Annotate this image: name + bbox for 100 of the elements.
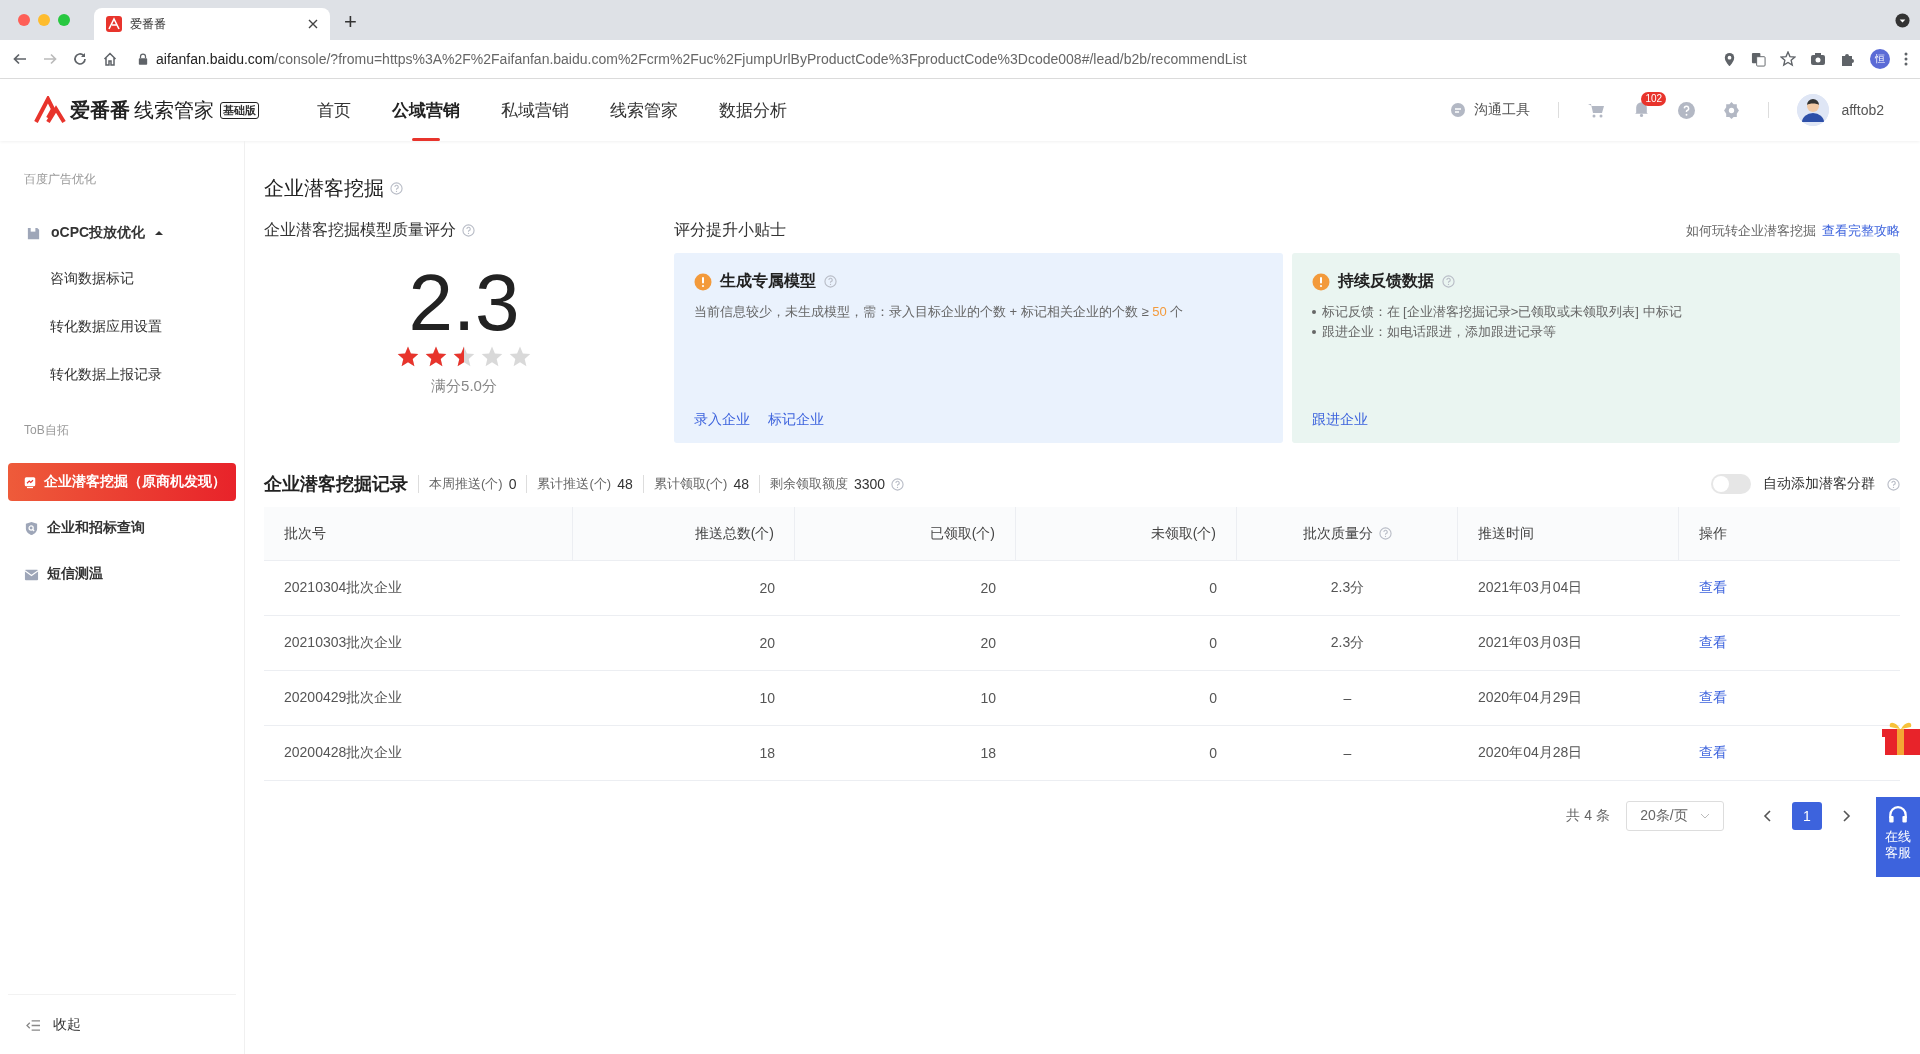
nav-tab[interactable]: 线索管家 — [610, 79, 678, 141]
close-window-button[interactable] — [18, 14, 30, 26]
sidebar-item[interactable]: 转化数据应用设置 — [8, 306, 236, 348]
card-bullet: 跟进企业：如电话跟进，添加跟进记录等 — [1321, 323, 1556, 341]
toggle-label: 自动添加潜客分群 — [1763, 475, 1875, 493]
table-cell: 2020年04月29日 — [1478, 689, 1583, 707]
camera-icon[interactable] — [1810, 51, 1826, 67]
column-header: 推送时间 — [1478, 524, 1534, 543]
table-cell: 0 — [1209, 745, 1217, 761]
sidebar-item[interactable]: 转化数据上报记录 — [8, 354, 236, 396]
table-cell: – — [1343, 745, 1352, 761]
table-cell: 2.3分 — [1330, 634, 1365, 652]
card-link[interactable]: 标记企业 — [768, 411, 824, 429]
lock-icon — [138, 53, 148, 65]
sidebar-item[interactable]: 企业潜客挖掘（原商机发现） — [8, 463, 236, 501]
nav-tab[interactable]: 数据分析 — [719, 79, 787, 141]
star-icon — [452, 345, 476, 369]
nav-tab[interactable]: 私域营销 — [501, 79, 569, 141]
table-cell: 0 — [1209, 580, 1217, 596]
stat-value: 48 — [617, 476, 633, 492]
back-icon[interactable] — [12, 51, 28, 67]
table-cell: 2.3分 — [1330, 579, 1365, 597]
table-cell: 20200429批次企业 — [284, 689, 403, 707]
sidebar-item[interactable]: 咨询数据标记 — [8, 258, 236, 300]
table-cell: 2020年04月28日 — [1478, 744, 1583, 762]
stat-label: 本周推送(个) — [429, 475, 503, 493]
column-header: 操作 — [1699, 524, 1727, 543]
max-score: 满分5.0分 — [430, 377, 498, 396]
stat-label: 累计领取(个) — [653, 475, 728, 493]
stat-value: 3300 — [853, 476, 886, 492]
star-icon — [508, 345, 532, 369]
chevron-down-icon — [1699, 813, 1710, 819]
view-link[interactable]: 查看 — [1699, 744, 1727, 762]
stat-label: 剩余领取额度 — [769, 475, 848, 493]
card-link[interactable]: 跟进企业 — [1311, 411, 1368, 429]
table-cell: 20 — [759, 580, 775, 596]
star-icon — [480, 345, 504, 369]
view-link[interactable]: 查看 — [1699, 689, 1727, 707]
user-name[interactable]: afftob2 — [1841, 102, 1884, 118]
card-description: 当前信息较少，未生成模型，需：录入目标企业的个数 + 标记相关企业的个数 ≥ 50 个 — [694, 303, 1185, 321]
sidebar-group[interactable]: oCPC投放优化 — [8, 212, 236, 254]
toggle-switch[interactable] — [1711, 474, 1751, 494]
browser-tab[interactable]: 爱番番 — [94, 8, 330, 40]
nav-tab[interactable]: 公域营销 — [392, 79, 460, 141]
bell-icon[interactable] — [1633, 100, 1651, 117]
card-link[interactable]: 录入企业 — [694, 411, 750, 429]
score-label: 企业潜客挖掘模型质量评分 — [264, 220, 456, 240]
table-cell: 20200428批次企业 — [284, 744, 403, 762]
menu-icon[interactable] — [1904, 51, 1908, 67]
sidebar-item[interactable]: 短信测温 — [8, 555, 236, 593]
new-tab-button[interactable]: + — [344, 8, 357, 36]
address-field[interactable]: aifanfan.baidu.com/console/?fromu=https%3A%2F%2Faifanfan.baidu.com%2Fcrm%2Fuc%2FjumpUrlByProductCode%3FproductCode%3Dcode008#/lead/b2b/recommendList — [138, 45, 1702, 73]
notification-badge: 102 — [1641, 92, 1667, 106]
profile-avatar[interactable]: 恒 — [1870, 49, 1890, 69]
sidebar-item[interactable]: 企业和招标查询 — [8, 509, 236, 547]
reload-icon[interactable] — [72, 51, 88, 67]
sidebar-heading: ToB自拓 — [23, 422, 70, 439]
table-cell: 20 — [980, 635, 996, 651]
page-size-select[interactable]: 20条/页 — [1626, 801, 1724, 831]
favicon-icon — [106, 16, 122, 32]
stat-value: 0 — [508, 476, 517, 492]
table-cell: 20 — [759, 635, 775, 651]
column-header: 批次质量分 — [1302, 524, 1373, 543]
column-header: 推送总数(个) — [694, 524, 774, 543]
star-icon — [424, 345, 448, 369]
location-pin-icon[interactable] — [1722, 51, 1737, 67]
product-name: 线索管家 — [134, 97, 214, 123]
caret-up-icon — [155, 230, 164, 236]
star-icon[interactable] — [1780, 51, 1796, 67]
tips-title: 评分提升小贴士 — [674, 220, 786, 240]
stat-value: 48 — [733, 476, 749, 492]
table-cell: 2021年03月04日 — [1478, 579, 1583, 597]
score-value: 2.3 — [407, 261, 521, 345]
close-icon[interactable] — [308, 19, 318, 29]
collapse-button[interactable]: 收起 — [8, 994, 236, 1054]
table-cell: 0 — [1209, 635, 1217, 651]
collapse-icon — [26, 1018, 41, 1032]
warning-icon — [1311, 272, 1330, 291]
guide-link[interactable]: 查看完整攻略 — [1822, 221, 1900, 240]
sidebar-heading: 百度广告优化 — [23, 171, 97, 188]
column-header: 已领取(个) — [929, 524, 995, 543]
table-cell: 18 — [759, 745, 775, 761]
view-link[interactable]: 查看 — [1699, 579, 1727, 597]
table-cell: 20210304批次企业 — [284, 579, 403, 597]
stat-label: 累计推送(个) — [537, 475, 612, 493]
table-cell: – — [1343, 690, 1352, 706]
table-cell: 20210303批次企业 — [284, 634, 403, 652]
nav-tab[interactable]: 首页 — [317, 79, 351, 141]
online-service-button[interactable]: 在线客服 — [1876, 797, 1920, 877]
view-link[interactable]: 查看 — [1699, 634, 1727, 652]
shield-search-icon — [24, 520, 39, 536]
home-icon[interactable] — [102, 51, 118, 67]
column-header: 未领取(个) — [1150, 524, 1216, 543]
column-header: 批次号 — [284, 524, 326, 543]
card-bullet: 标记反馈：在 [企业潜客挖掘记录>已领取或未领取列表] 中标记 — [1321, 303, 1682, 321]
card-title: 生成专属模型 — [720, 271, 816, 291]
tab-list-icon[interactable] — [1895, 12, 1910, 28]
chat-tool-button[interactable]: 沟通工具 — [1450, 101, 1531, 119]
puzzle-icon[interactable] — [1840, 51, 1856, 67]
page-button[interactable]: 1 — [1792, 802, 1822, 830]
